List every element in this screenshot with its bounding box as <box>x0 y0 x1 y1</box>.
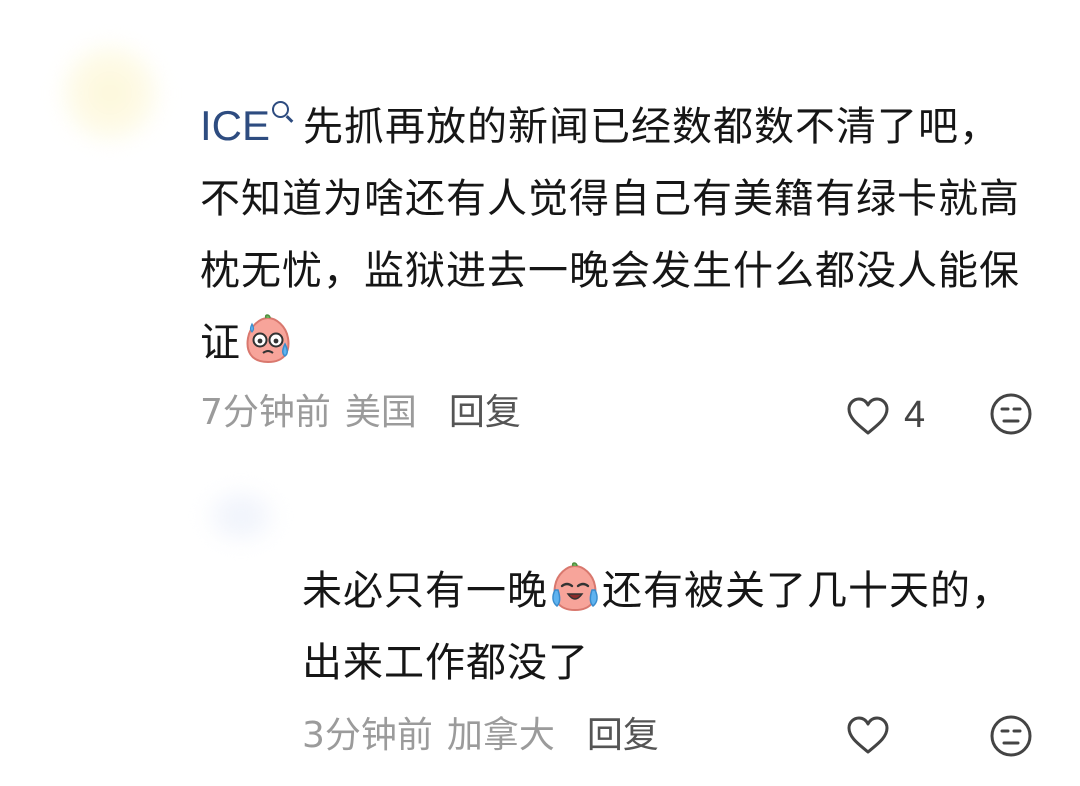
comment-username[interactable]: ICE <box>200 102 270 149</box>
search-icon[interactable] <box>272 101 290 118</box>
comment-reply-button[interactable]: 回复 <box>449 392 521 433</box>
comment-like-button[interactable]: 4 <box>846 394 925 437</box>
comment-location: 美国 <box>344 392 417 433</box>
reply-location: 加拿大 <box>446 715 555 756</box>
reply-text-part1: 未必只有一晚 <box>302 568 548 614</box>
comment-time: 7分钟前 <box>200 392 331 433</box>
comment-text: 先抓再放的新闻已经数都数不清了吧，不知道为啥还有人觉得自己有美籍有绿卡就高枕无忧… <box>200 104 1020 366</box>
reply-time: 3分钟前 <box>302 715 433 756</box>
heart-icon <box>847 397 889 434</box>
reply-like-button[interactable] <box>846 715 904 755</box>
heart-icon <box>847 716 889 754</box>
dislike-face-icon[interactable] <box>989 714 1033 758</box>
commenter-avatar[interactable] <box>62 45 158 141</box>
comment-meta: 7分钟前 美国 回复 <box>200 391 535 435</box>
comment-body: ICE 先抓再放的新闻已经数都数不清了吧，不知道为啥还有人觉得自己有美籍有绿卡就高… <box>200 90 1040 379</box>
sweat-face-emoji-icon <box>246 314 290 364</box>
reply-body: 未必只有一晚 还有被关了几十天的，出来工作都没了 <box>302 555 1022 699</box>
reply-avatar[interactable] <box>206 492 276 540</box>
dislike-face-icon[interactable] <box>989 392 1033 436</box>
reply-reply-button[interactable]: 回复 <box>587 715 659 756</box>
comment-like-count: 4 <box>904 394 926 436</box>
crying-face-emoji-icon <box>552 562 598 612</box>
reply-meta: 3分钟前 加拿大 回复 <box>302 714 673 758</box>
